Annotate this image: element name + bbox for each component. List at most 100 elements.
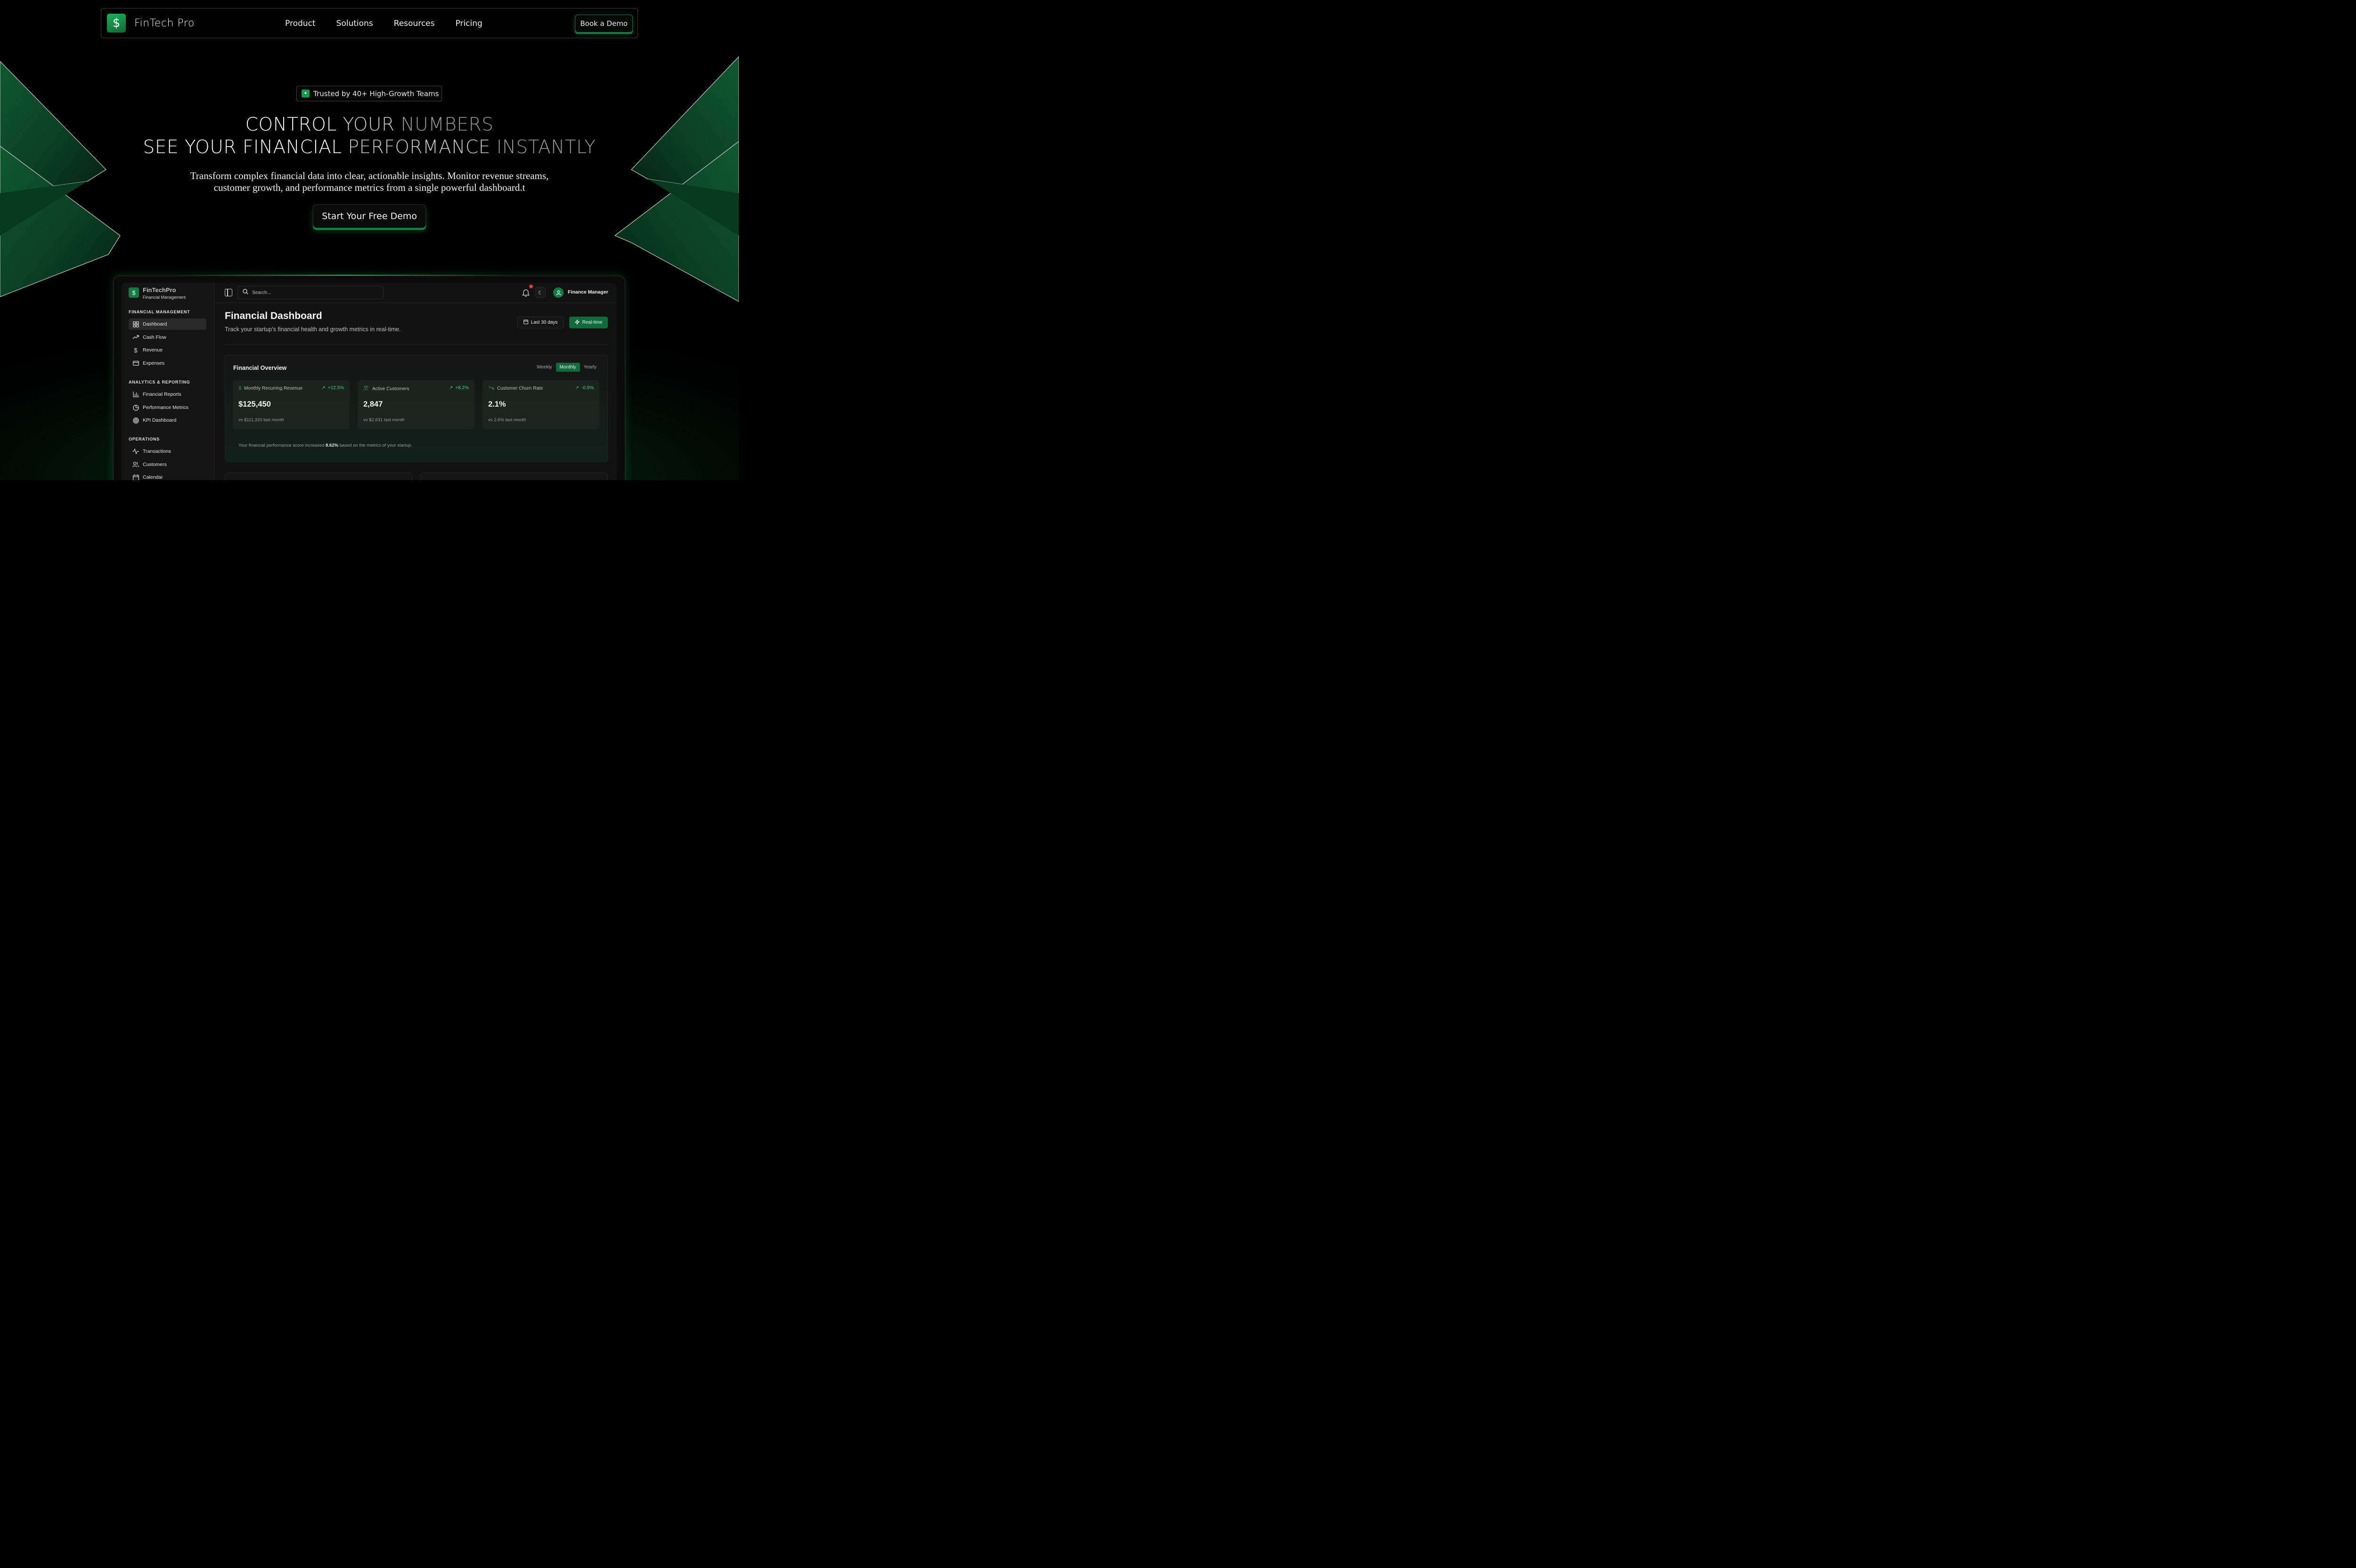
nav-link-product[interactable]: Product <box>285 19 316 28</box>
lightning-icon <box>574 319 580 326</box>
metric-value: $125,450 <box>238 400 271 408</box>
chart-card-left <box>225 473 412 480</box>
page-description: Track your startup's financial health an… <box>225 326 401 333</box>
sidebar-item-dashboard[interactable]: Dashboard <box>129 318 206 330</box>
trend-up-icon <box>132 334 139 341</box>
grid-icon <box>132 321 139 327</box>
date-range-button[interactable]: Last 30 days <box>517 317 564 328</box>
hero-subtitle-line-2: customer growth, and performance metrics… <box>213 182 525 193</box>
period-toggle: Weekly Monthly Yearly <box>533 363 600 372</box>
headline-word: YOUR <box>343 114 395 135</box>
calendar-icon <box>523 319 528 326</box>
score-post: based on the metrics of your startup. <box>338 443 412 448</box>
sidebar: $ FinTechPro Financial Management FINANC… <box>121 283 214 480</box>
dashboard-app: $ FinTechPro Financial Management FINANC… <box>121 283 617 480</box>
metric-change: ↗ +12.5% <box>321 385 344 391</box>
sidebar-toggle-icon[interactable] <box>225 289 232 296</box>
page-title: Financial Dashboard <box>225 310 322 321</box>
sidebar-item-label: Customers <box>143 462 167 467</box>
period-yearly[interactable]: Yearly <box>580 363 600 372</box>
target-icon <box>132 417 139 424</box>
search-input[interactable]: Search... <box>237 286 384 299</box>
sidebar-item-cash-flow[interactable]: Cash Flow <box>129 332 206 343</box>
sidebar-item-financial-reports[interactable]: Financial Reports <box>129 389 206 400</box>
user-avatar[interactable] <box>553 287 564 298</box>
users-icon <box>363 385 369 392</box>
metric-change-value: +12.5% <box>327 385 344 391</box>
performance-score-text: Your financial performance score increas… <box>238 443 412 448</box>
headline-line-1: CONTROL YOUR NUMBERS <box>0 114 739 135</box>
search-placeholder: Search... <box>252 290 271 295</box>
sidebar-item-label: KPI Dashboard <box>143 417 177 423</box>
trust-badge-text: Trusted by 40+ High-Growth Teams <box>313 89 439 98</box>
sidebar-item-transactions[interactable]: Transactions <box>129 446 206 457</box>
headline-word: FINANCIAL <box>242 137 342 158</box>
sidebar-brand-sub: Financial Management <box>143 295 186 300</box>
dollar-icon: $ <box>134 346 138 354</box>
sidebar-item-label: Performance Metrics <box>143 405 188 410</box>
dollar-logo-icon[interactable]: $ <box>129 287 139 298</box>
section-operations: OPERATIONS <box>129 437 160 441</box>
page: { "nav": { "brand": "FinTech Pro", "logo… <box>0 0 739 480</box>
headline-word: CONTROL <box>245 114 337 135</box>
trend-down-icon <box>488 385 494 391</box>
users-icon <box>132 461 139 468</box>
sidebar-item-label: Revenue <box>143 347 163 353</box>
score-pre: Your financial performance score increas… <box>238 443 326 448</box>
nav-links: Product Solutions Resources Pricing <box>285 8 483 39</box>
sparkle-icon: ✦ <box>302 90 310 98</box>
headline-word: YOUR <box>184 137 237 158</box>
overview-title: Financial Overview <box>233 365 287 371</box>
bell-icon[interactable] <box>522 288 530 297</box>
metric-change-value: -0.5% <box>581 385 594 391</box>
realtime-button[interactable]: Real-time <box>569 317 608 328</box>
metric-label: Monthly Recurring Revenue <box>244 385 303 391</box>
period-monthly[interactable]: Monthly <box>556 363 580 372</box>
nav-link-pricing[interactable]: Pricing <box>456 19 483 28</box>
metric-change-value: +8.2% <box>455 385 469 391</box>
sidebar-item-label: Transactions <box>143 449 171 454</box>
arrow-up-right-icon: ↗ <box>575 385 579 391</box>
sidebar-item-expenses[interactable]: Expenses <box>129 358 206 369</box>
sidebar-brand: FinTechPro <box>143 286 176 294</box>
score-value: 8.62% <box>326 443 338 448</box>
moon-icon[interactable]: ☾ <box>535 287 546 298</box>
headline-line-2: SEE YOUR FINANCIAL PERFORMANCE INSTANTLY <box>0 137 739 158</box>
sidebar-item-label: Expenses <box>143 360 165 366</box>
pie-chart-icon <box>132 404 139 411</box>
metric-card-churn: Customer Churn Rate ↗ -0.5% 2.1% vs 2.6%… <box>483 380 599 429</box>
period-weekly[interactable]: Weekly <box>533 363 556 372</box>
sidebar-item-performance-metrics[interactable]: Performance Metrics <box>129 402 206 413</box>
metric-change: ↗ -0.5% <box>575 385 594 391</box>
trust-badge: ✦ Trusted by 40+ High-Growth Teams <box>296 86 442 101</box>
credit-card-icon <box>132 360 139 367</box>
brand-name[interactable]: FinTech Pro <box>134 17 195 29</box>
app-topbar: Search... ☾ Finance Manager <box>214 283 617 303</box>
dollar-logo-icon[interactable]: $ <box>107 14 126 33</box>
bar-chart-icon <box>132 391 139 398</box>
metric-label: Customer Churn Rate <box>497 385 543 391</box>
sidebar-item-label: Calendar <box>143 474 163 480</box>
sidebar-item-revenue[interactable]: $ Revenue <box>129 344 206 356</box>
sidebar-item-customers[interactable]: Customers <box>129 459 206 470</box>
nav-link-resources[interactable]: Resources <box>394 19 435 28</box>
metric-note: vs 2.6% last month <box>488 417 526 423</box>
calendar-icon <box>132 474 139 480</box>
frame-glow <box>179 275 509 276</box>
hero-subtitle-line-1: Transform complex financial data into cl… <box>190 170 549 181</box>
sidebar-item-label: Cash Flow <box>143 335 166 340</box>
section-analytics-reporting: ANALYTICS & REPORTING <box>129 380 190 384</box>
headline-word: NUMBERS <box>401 114 494 135</box>
sidebar-item-label: Financial Reports <box>143 392 181 397</box>
dollar-icon: $ <box>238 385 242 391</box>
metric-change: ↗ +8.2% <box>449 385 469 391</box>
start-demo-button[interactable]: Start Your Free Demo <box>313 204 426 228</box>
user-name[interactable]: Finance Manager <box>568 289 608 295</box>
sidebar-item-calendar[interactable]: Calendar <box>129 472 206 480</box>
metric-card-mrr: $ Monthly Recurring Revenue ↗ +12.5% $12… <box>233 380 350 429</box>
book-demo-button[interactable]: Book a Demo <box>575 15 633 33</box>
nav-link-solutions[interactable]: Solutions <box>336 19 373 28</box>
date-range-label: Last 30 days <box>531 320 558 325</box>
metric-value: 2,847 <box>363 400 383 408</box>
sidebar-item-kpi-dashboard[interactable]: KPI Dashboard <box>129 415 206 426</box>
